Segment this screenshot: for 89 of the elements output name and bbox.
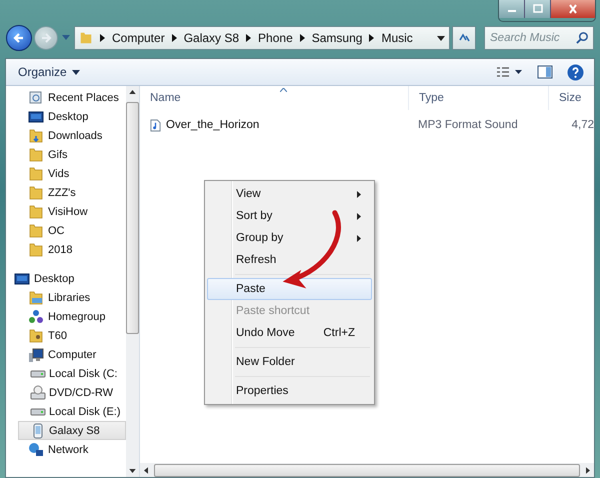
- menu-item[interactable]: Properties: [207, 380, 372, 402]
- breadcrumb[interactable]: Galaxy S8: [184, 31, 240, 45]
- scroll-down-arrow-icon[interactable]: [129, 469, 136, 473]
- preview-pane-button[interactable]: [535, 63, 555, 81]
- menu-item[interactable]: Undo Move Ctrl+Z: [207, 322, 372, 344]
- file-size: 4,72: [570, 119, 594, 131]
- nav-item[interactable]: VisiHow: [28, 202, 126, 221]
- chevron-icon[interactable]: [172, 34, 177, 42]
- caret-icon: [72, 70, 80, 74]
- vertical-scrollbar[interactable]: [126, 86, 139, 477]
- recent-places-icon: [28, 90, 44, 106]
- folder-icon: [28, 242, 44, 258]
- nav-item[interactable]: Vids: [28, 164, 126, 183]
- chevron-icon[interactable]: [100, 34, 105, 42]
- nav-item[interactable]: Network: [28, 440, 126, 459]
- nav-item[interactable]: 2018: [28, 240, 126, 259]
- menu-item[interactable]: Paste: [207, 278, 372, 300]
- maximize-icon: [532, 4, 544, 14]
- maximize-button[interactable]: [525, 0, 551, 18]
- file-name[interactable]: Over_the_Horizon: [166, 119, 260, 131]
- breadcrumb[interactable]: Phone: [258, 31, 293, 45]
- organize-button[interactable]: Organize: [14, 63, 84, 81]
- nav-item[interactable]: OC: [28, 221, 126, 240]
- minimize-button[interactable]: [499, 0, 525, 18]
- menu-item[interactable]: Refresh: [207, 249, 372, 271]
- breadcrumb[interactable]: Computer: [112, 31, 165, 45]
- back-button[interactable]: [6, 25, 32, 51]
- desktop-icon: [28, 108, 44, 124]
- menu-item[interactable]: Group by: [207, 227, 372, 249]
- search-field[interactable]: Search Music: [484, 26, 594, 50]
- audio-file-icon: [150, 118, 161, 132]
- nav-item[interactable]: Libraries: [28, 288, 126, 307]
- search-icon[interactable]: [576, 31, 589, 44]
- breadcrumb[interactable]: Music: [381, 31, 413, 45]
- column-header[interactable]: Type: [408, 86, 548, 110]
- nav-item[interactable]: Galaxy S8: [18, 421, 126, 440]
- hard-drive-icon: [30, 370, 46, 378]
- computer-icon: [28, 346, 44, 362]
- forward-arrow-icon: [39, 31, 53, 45]
- nav-item[interactable]: Local Disk (E:): [30, 402, 126, 421]
- nav-item[interactable]: Computer: [28, 345, 126, 364]
- folder-icon: [28, 146, 44, 162]
- nav-item[interactable]: Gifs: [28, 145, 126, 164]
- homegroup-icon: [28, 308, 44, 324]
- refresh-button[interactable]: [452, 26, 476, 50]
- folder-icon: [28, 184, 44, 200]
- menu-item[interactable]: Sort by: [207, 205, 372, 227]
- dropdown-arrow-icon[interactable]: [437, 36, 445, 40]
- nav-item[interactable]: Desktop: [28, 107, 126, 126]
- chevron-icon[interactable]: [246, 34, 252, 42]
- folder-icon: [79, 31, 93, 45]
- nav-item[interactable]: Desktop: [14, 269, 126, 288]
- back-arrow-icon: [12, 31, 26, 45]
- menu-item[interactable]: View: [207, 183, 372, 205]
- nav-item[interactable]: T60: [28, 326, 126, 345]
- column-header[interactable]: Name: [140, 86, 408, 110]
- nav-item[interactable]: Downloads: [28, 126, 126, 145]
- folder-icon: [28, 166, 44, 182]
- library-icon: [28, 290, 44, 306]
- scrollbar-thumb[interactable]: [126, 102, 139, 334]
- file-type: MP3 Format Sound: [417, 119, 519, 131]
- scroll-right-arrow-icon[interactable]: [586, 466, 590, 474]
- dvd-drive-icon: [30, 384, 46, 400]
- nav-item[interactable]: Recent Places: [28, 88, 126, 107]
- submenu-arrow-icon: [357, 212, 361, 220]
- nav-item[interactable]: DVD/CD-RW: [30, 383, 126, 402]
- help-button[interactable]: [565, 62, 586, 82]
- close-button[interactable]: [551, 0, 595, 18]
- breadcrumb[interactable]: Samsung: [312, 31, 362, 45]
- address-bar[interactable]: Computer Galaxy S8 Phone Samsung Music: [74, 26, 450, 50]
- user-folder-icon: [28, 328, 44, 344]
- chevron-icon[interactable]: [369, 34, 374, 42]
- column-header[interactable]: Size: [548, 86, 594, 110]
- nav-item[interactable]: Homegroup: [28, 307, 126, 326]
- scroll-up-arrow-icon[interactable]: [129, 90, 136, 94]
- nav-item[interactable]: ZZZ's: [28, 183, 126, 202]
- folder-icon: [28, 204, 44, 220]
- close-icon: [567, 4, 579, 14]
- network-icon: [28, 442, 44, 458]
- menu-item[interactable]: New Folder: [207, 351, 372, 373]
- download-folder-icon: [28, 128, 44, 144]
- submenu-arrow-icon: [357, 234, 361, 242]
- hard-drive-icon: [30, 408, 46, 416]
- submenu-arrow-icon: [357, 190, 361, 198]
- scroll-left-arrow-icon[interactable]: [144, 466, 148, 474]
- chevron-icon[interactable]: [300, 34, 305, 42]
- folder-icon: [28, 222, 44, 238]
- desktop-icon: [14, 270, 30, 286]
- nav-item[interactable]: Local Disk (C:: [30, 364, 126, 383]
